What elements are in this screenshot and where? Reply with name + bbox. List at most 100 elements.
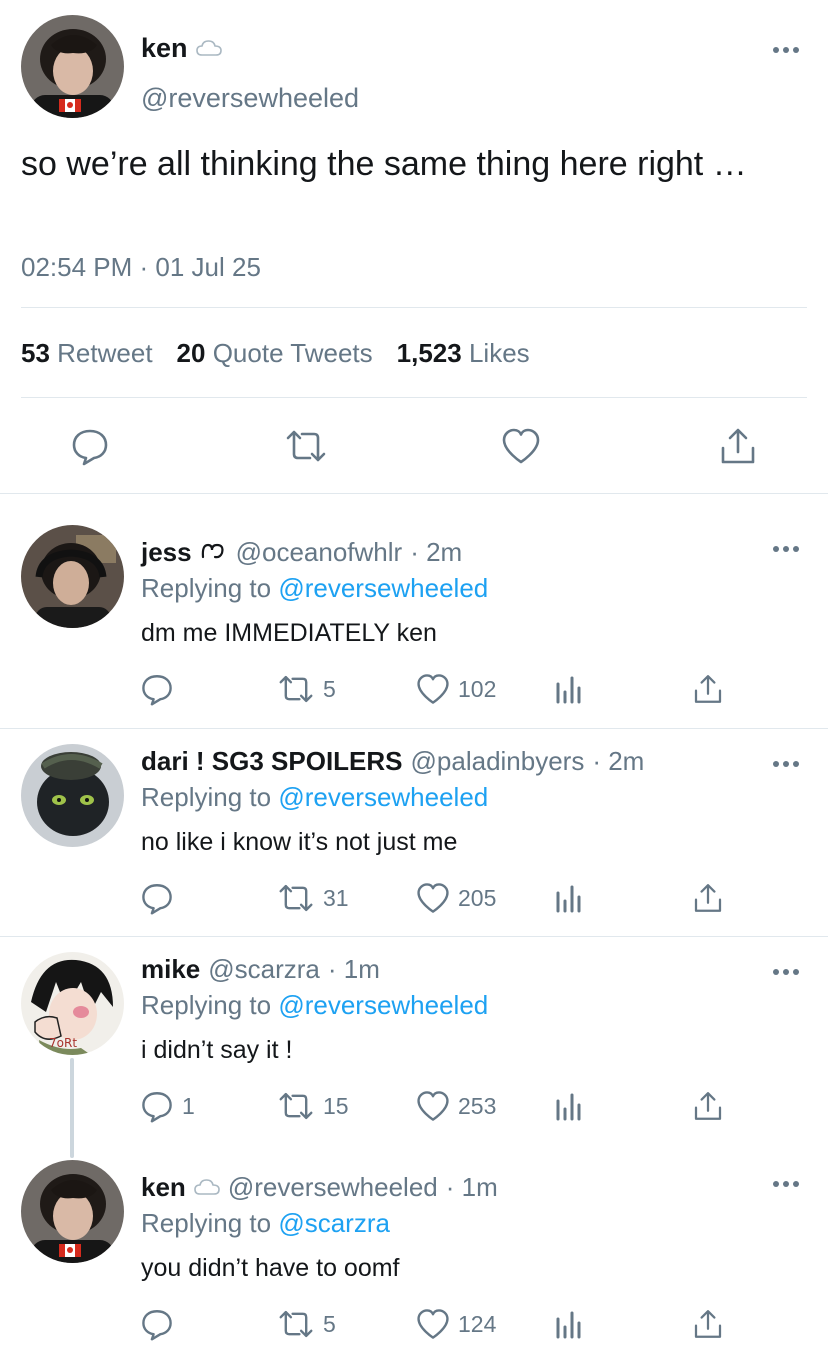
- reply-tweet[interactable]: jess @oceanofwhlr · 2m Replying to @reve…: [0, 521, 828, 729]
- replying-to: Replying to @reversewheeled: [141, 990, 489, 1020]
- reply-text: dm me IMMEDIATELY ken: [141, 619, 437, 647]
- more-icon[interactable]: [771, 543, 801, 555]
- like-button[interactable]: 124: [416, 1306, 496, 1342]
- reply-icon: [142, 884, 172, 915]
- tweet-actions: [0, 420, 828, 472]
- cloud-icon: [194, 1172, 220, 1203]
- reply-text: you didn’t have to oomf: [141, 1254, 400, 1282]
- more-icon[interactable]: [771, 758, 801, 770]
- reply-text: i didn’t say it !: [141, 1036, 293, 1064]
- retweet-count: 5: [323, 1310, 336, 1337]
- replying-to-link[interactable]: @scarzra: [278, 1208, 390, 1238]
- like-count: 205: [458, 884, 497, 911]
- tweet-text: so we’re all thinking the same thing her…: [21, 145, 747, 183]
- analytics-button[interactable]: [554, 880, 584, 916]
- retweet-count: 5: [323, 675, 336, 702]
- divider: [21, 397, 807, 398]
- like-button[interactable]: 253: [416, 1088, 496, 1124]
- avatar-image: [21, 15, 124, 118]
- retweet-button[interactable]: 15: [277, 1088, 349, 1124]
- retweet-icon[interactable]: [284, 426, 326, 466]
- reply-author-name[interactable]: dari ! SG3 SPOILERS: [141, 746, 403, 777]
- retweet-stat[interactable]: 53 Retweet: [21, 338, 153, 369]
- divider: [21, 307, 807, 308]
- retweet-count: 31: [323, 884, 349, 911]
- reply-actions: 1 15 253: [0, 1088, 828, 1128]
- reply-button[interactable]: [140, 880, 182, 916]
- reply-tweet[interactable]: ken @reversewheeled · 1m Replying to @sc…: [0, 1156, 828, 1357]
- reply-author-handle[interactable]: @scarzra: [208, 954, 320, 985]
- share-button[interactable]: [692, 1088, 724, 1124]
- reply-icon: [142, 1092, 172, 1123]
- share-icon: [694, 884, 722, 912]
- analytics-button[interactable]: [554, 671, 584, 707]
- analytics-button[interactable]: [554, 1306, 584, 1342]
- retweet-button[interactable]: 31: [277, 880, 349, 916]
- reply-button[interactable]: [140, 1306, 182, 1342]
- retweet-icon: [279, 675, 313, 703]
- like-button[interactable]: 205: [416, 880, 496, 916]
- reply-actions: 31 205: [0, 880, 828, 920]
- like-icon: [417, 1091, 449, 1121]
- reply-tweet[interactable]: 7oRt mike @scarzra · 1m Replying to @rev…: [0, 938, 828, 1148]
- reply-author-handle[interactable]: @oceanofwhlr: [236, 537, 403, 568]
- replying-to: Replying to @reversewheeled: [141, 573, 489, 603]
- like-button[interactable]: 102: [416, 671, 496, 707]
- replying-to-link[interactable]: @reversewheeled: [278, 573, 488, 603]
- replying-to-link[interactable]: @reversewheeled: [278, 990, 488, 1020]
- main-tweet: ken @reversewheeled so we’re all thinkin…: [0, 0, 828, 494]
- reply-author-name[interactable]: ken: [141, 1172, 186, 1203]
- reply-header: ken @reversewheeled · 1m: [141, 1172, 498, 1203]
- retweet-icon: [279, 884, 313, 912]
- quote-stat[interactable]: 20 Quote Tweets: [177, 338, 373, 369]
- like-icon[interactable]: [501, 426, 541, 466]
- likes-stat[interactable]: 1,523 Likes: [397, 338, 530, 369]
- replying-to: Replying to @reversewheeled: [141, 782, 489, 812]
- share-icon[interactable]: [718, 426, 758, 466]
- retweet-button[interactable]: 5: [277, 1306, 336, 1342]
- avatar[interactable]: [21, 15, 124, 118]
- reply-header: mike @scarzra · 1m: [141, 954, 380, 985]
- reply-author-handle[interactable]: @paladinbyers: [411, 746, 585, 777]
- reply-header: jess @oceanofwhlr · 2m: [141, 537, 462, 568]
- analytics-button[interactable]: [554, 1088, 584, 1124]
- author-name-row[interactable]: ken: [141, 33, 222, 64]
- like-icon: [417, 883, 449, 913]
- reply-author-name[interactable]: jess: [141, 537, 192, 568]
- avatar[interactable]: [21, 1160, 124, 1263]
- reply-time[interactable]: · 2m: [592, 746, 644, 777]
- reply-count: 1: [182, 1092, 195, 1119]
- share-button[interactable]: [692, 671, 724, 707]
- reply-icon: [142, 1310, 172, 1341]
- reply-icon[interactable]: [70, 426, 110, 466]
- share-button[interactable]: [692, 1306, 724, 1342]
- reply-tweet[interactable]: dari ! SG3 SPOILERS @paladinbyers · 2m R…: [0, 730, 828, 937]
- reply-icon: [142, 675, 172, 706]
- avatar[interactable]: [21, 744, 124, 847]
- reply-time[interactable]: · 1m: [328, 954, 380, 985]
- reply-actions: 5 124: [0, 1306, 828, 1346]
- retweet-icon: [279, 1310, 313, 1338]
- more-icon[interactable]: [771, 1178, 801, 1190]
- share-button[interactable]: [692, 880, 724, 916]
- reply-time[interactable]: · 2m: [410, 537, 462, 568]
- reply-button[interactable]: [140, 671, 182, 707]
- retweet-button[interactable]: 5: [277, 671, 336, 707]
- more-icon[interactable]: [771, 44, 801, 56]
- more-icon[interactable]: [771, 966, 801, 978]
- avatar-image: [21, 1160, 124, 1263]
- avatar[interactable]: [21, 525, 124, 628]
- author-handle[interactable]: @reversewheeled: [141, 83, 359, 114]
- tweet-timestamp[interactable]: 02:54 PM · 01 Jul 25: [21, 252, 261, 283]
- reply-button[interactable]: 1: [140, 1088, 195, 1124]
- like-count: 253: [458, 1092, 497, 1119]
- like-icon: [417, 674, 449, 704]
- reply-author-name[interactable]: mike: [141, 954, 200, 985]
- author-name[interactable]: ken: [141, 33, 188, 64]
- reply-time[interactable]: · 1m: [446, 1172, 498, 1203]
- avatar-image: 7oRt: [21, 952, 124, 1055]
- reply-author-handle[interactable]: @reversewheeled: [228, 1172, 438, 1203]
- like-count: 102: [458, 675, 497, 702]
- avatar[interactable]: 7oRt: [21, 952, 124, 1055]
- replying-to-link[interactable]: @reversewheeled: [278, 782, 488, 812]
